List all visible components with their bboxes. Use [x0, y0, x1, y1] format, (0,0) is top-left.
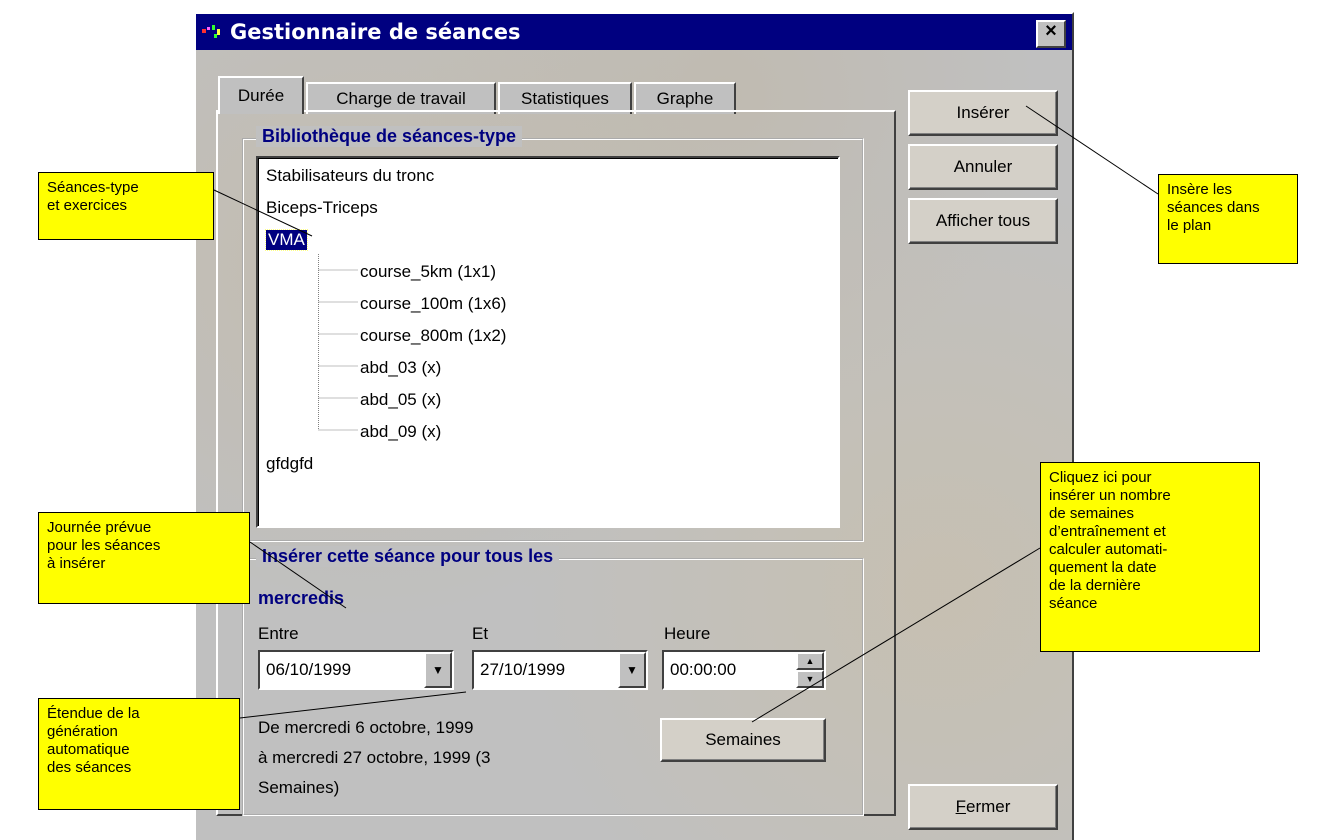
- button-label: Fermer: [956, 797, 1011, 817]
- note-line: Séances-type: [47, 179, 139, 196]
- start-date-value: 06/10/1999: [266, 660, 352, 679]
- mnemonic-letter: F: [955, 797, 966, 816]
- note-line: insérer un nombre: [1049, 487, 1171, 504]
- note-line: des séances: [47, 759, 132, 776]
- end-date-combo[interactable]: 27/10/1999 ▼: [472, 650, 648, 690]
- tree-child[interactable]: course_100m (1x6): [360, 294, 506, 314]
- note-line: Étendue de la: [47, 705, 140, 722]
- button-label-rest: ermer: [965, 797, 1011, 816]
- range-line-1: De mercredi 6 octobre, 1999: [258, 718, 474, 737]
- note-line: Insère les: [1167, 181, 1233, 198]
- afficher-tous-button[interactable]: Afficher tous: [908, 198, 1058, 244]
- spin-up-icon[interactable]: ▲: [796, 652, 824, 670]
- note-line: calculer automati-: [1049, 541, 1168, 558]
- spin-down-icon[interactable]: ▼: [796, 670, 824, 688]
- tab-label: Durée: [237, 86, 285, 105]
- insert-label: Insérer cette séance pour tous les: [256, 546, 560, 567]
- note-journee: Journée prévue pour les séances à insére…: [38, 512, 250, 604]
- entre-label: Entre: [258, 624, 299, 643]
- button-label: Afficher tous: [935, 211, 1031, 230]
- dropdown-arrow-icon[interactable]: ▼: [424, 652, 452, 688]
- library-tree[interactable]: Stabilisateurs du tronc Biceps-Triceps V…: [256, 156, 840, 528]
- button-label: Insérer: [956, 103, 1010, 122]
- inserer-button[interactable]: Insérer: [908, 90, 1058, 136]
- note-line: de la dernière: [1049, 577, 1141, 594]
- library-label: Bibliothèque de séances-type: [256, 126, 523, 147]
- note-insere: Insère les séances dans le plan: [1158, 174, 1298, 264]
- tab-label: Charge de travail: [336, 89, 466, 108]
- dropdown-arrow-icon[interactable]: ▼: [618, 652, 646, 688]
- tree-item[interactable]: Stabilisateurs du tronc: [266, 166, 434, 186]
- tab-duree[interactable]: Durée: [218, 76, 304, 114]
- button-label: Semaines: [705, 730, 781, 749]
- tree-connector-lines: [318, 254, 358, 431]
- tree-child[interactable]: abd_09 (x): [360, 422, 441, 442]
- window-title: Gestionnaire de séances: [230, 20, 521, 44]
- time-value: 00:00:00: [670, 660, 737, 679]
- semaines-button[interactable]: Semaines: [660, 718, 826, 762]
- note-line: à insérer: [47, 555, 106, 572]
- note-line: Journée prévue: [47, 519, 152, 536]
- et-label: Et: [472, 624, 489, 643]
- tree-item[interactable]: gfdgfd: [266, 454, 313, 474]
- tree-child[interactable]: course_5km (1x1): [360, 262, 496, 282]
- button-label: Annuler: [953, 157, 1013, 176]
- note-line: automatique: [47, 741, 130, 758]
- note-line: génération: [47, 723, 118, 740]
- range-line-3: Semaines): [258, 778, 340, 797]
- title-bar[interactable]: Gestionnaire de séances ×: [196, 14, 1072, 50]
- day-label: mercredis: [258, 588, 345, 608]
- time-spinner[interactable]: 00:00:00 ▲ ▼: [662, 650, 826, 690]
- close-icon: ×: [1045, 20, 1057, 42]
- tree-child[interactable]: abd_03 (x): [360, 358, 441, 378]
- note-etendue: Étendue de la génération automatique des…: [38, 698, 240, 810]
- annuler-button[interactable]: Annuler: [908, 144, 1058, 190]
- note-line: séance: [1049, 595, 1098, 612]
- app-icon: [202, 25, 220, 38]
- note-line: le plan: [1167, 217, 1212, 234]
- close-button[interactable]: ×: [1036, 20, 1066, 48]
- note-line: Cliquez ici pour: [1049, 469, 1152, 486]
- fermer-button[interactable]: Fermer: [908, 784, 1058, 830]
- tab-label: Statistiques: [521, 89, 609, 108]
- range-line-2: à mercredi 27 octobre, 1999 (3: [258, 748, 491, 767]
- note-line: et exercices: [47, 197, 128, 214]
- note-seances-type: Séances-type et exercices: [38, 172, 214, 240]
- note-line: d’entraînement et: [1049, 523, 1166, 540]
- tab-label: Graphe: [656, 89, 714, 108]
- note-line: de semaines: [1049, 505, 1135, 522]
- tree-item-selected[interactable]: VMA: [265, 229, 308, 251]
- note-line: quement la date: [1049, 559, 1157, 576]
- tree-child[interactable]: abd_05 (x): [360, 390, 441, 410]
- tree-item[interactable]: Biceps-Triceps: [266, 198, 378, 218]
- dialog-window: Gestionnaire de séances × Durée Charge d…: [194, 12, 1074, 840]
- start-date-combo[interactable]: 06/10/1999 ▼: [258, 650, 454, 690]
- end-date-value: 27/10/1999: [480, 660, 566, 679]
- tree-child[interactable]: course_800m (1x2): [360, 326, 506, 346]
- heure-label: Heure: [664, 624, 711, 643]
- note-cliquez: Cliquez ici pour insérer un nombre de se…: [1040, 462, 1260, 652]
- note-line: séances dans: [1167, 199, 1260, 216]
- note-line: pour les séances: [47, 537, 161, 554]
